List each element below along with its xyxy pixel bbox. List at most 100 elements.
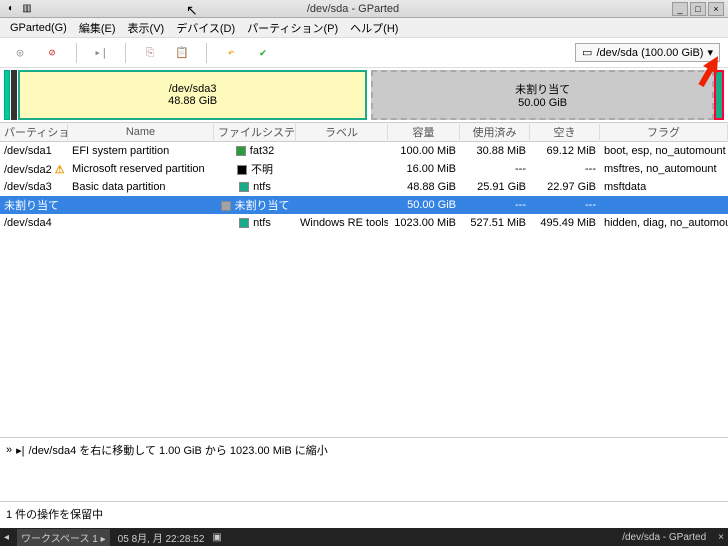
- disk-icon: ▭: [582, 46, 592, 59]
- resize-op-icon: ▸|: [16, 444, 24, 457]
- toolbar-separator: [125, 43, 126, 63]
- cell-size: 100.00 MiB: [388, 143, 460, 159]
- toolbar-separator: [76, 43, 77, 63]
- new-icon: ◎: [17, 46, 24, 59]
- cell-filesystem: 不明: [214, 159, 296, 179]
- undo-button[interactable]: ↶: [219, 41, 243, 65]
- viz-sda2[interactable]: [11, 70, 17, 120]
- cell-free: 495.49 MiB: [530, 215, 600, 231]
- table-row[interactable]: /dev/sda1EFI system partitionfat32 100.00…: [0, 142, 728, 160]
- menu-gparted[interactable]: GParted(G): [4, 20, 73, 36]
- menu-bar: GParted(G) 編集(E) 表示(V) デバイス(D) パーティション(P…: [0, 18, 728, 38]
- app-menu-icon[interactable]: ◐: [4, 2, 18, 16]
- viz-sda3-size: 48.88 GiB: [168, 95, 217, 107]
- cell-filesystem: ntfs: [214, 179, 296, 195]
- cell-partition: /dev/sda1: [0, 143, 68, 159]
- col-partition[interactable]: パーティション: [0, 122, 68, 142]
- taskbar-window-title[interactable]: /dev/sda - GParted: [622, 532, 706, 543]
- viz-sda3[interactable]: /dev/sda3 48.88 GiB: [18, 70, 367, 120]
- cell-size: 16.00 MiB: [388, 161, 460, 177]
- apply-button[interactable]: ✔: [251, 41, 275, 65]
- menu-view[interactable]: 表示(V): [122, 18, 171, 38]
- viz-sda4[interactable]: [714, 70, 724, 120]
- device-selector[interactable]: ▭ /dev/sda (100.00 GiB) ▾: [575, 43, 720, 62]
- taskbar-tray-icon[interactable]: ▣: [212, 532, 221, 543]
- cell-partition: /dev/sda2 ⚠: [0, 161, 68, 178]
- cell-label: [296, 149, 388, 153]
- window-icon: ▥: [20, 2, 34, 16]
- table-row[interactable]: 未割り当て未割り当て50.00 GiB------: [0, 196, 728, 214]
- col-label[interactable]: ラベル: [296, 122, 388, 142]
- col-flags[interactable]: フラグ: [600, 122, 728, 142]
- cell-name: [68, 221, 214, 225]
- col-size[interactable]: 容量: [388, 122, 460, 142]
- cell-size: 48.88 GiB: [388, 179, 460, 195]
- partition-visualization: /dev/sda3 48.88 GiB 未割り当て 50.00 GiB: [4, 70, 724, 120]
- taskbar-date: 05 8月, 月 22:28:52: [118, 530, 205, 545]
- partition-table: /dev/sda1EFI system partitionfat32 100.00…: [0, 142, 728, 232]
- window-title: /dev/sda - GParted: [34, 3, 672, 15]
- viz-sda1[interactable]: [4, 70, 10, 120]
- menu-partition[interactable]: パーティション(P): [241, 18, 344, 38]
- op-text[interactable]: /dev/sda4 を右に移動して 1.00 GiB から 1023.00 Mi…: [29, 442, 328, 458]
- table-row[interactable]: /dev/sda4ntfsWindows RE tools1023.00 MiB…: [0, 214, 728, 232]
- cell-size: 1023.00 MiB: [388, 215, 460, 231]
- copy-button[interactable]: ⎘: [138, 41, 162, 65]
- cell-flags: msftres, no_automount: [600, 161, 728, 177]
- cell-name: Microsoft reserved partition: [68, 161, 214, 177]
- col-name[interactable]: Name: [68, 124, 214, 140]
- maximize-button[interactable]: □: [690, 2, 706, 16]
- menu-device[interactable]: デバイス(D): [170, 18, 241, 38]
- table-row[interactable]: /dev/sda2 ⚠Microsoft reserved partition不…: [0, 160, 728, 178]
- cell-free: ---: [530, 161, 600, 177]
- cell-flags: [600, 203, 728, 207]
- cell-label: [296, 185, 388, 189]
- taskbar-close-icon[interactable]: ×: [718, 532, 724, 543]
- col-filesystem[interactable]: ファイルシステム: [214, 122, 296, 142]
- cell-partition: /dev/sda3: [0, 179, 68, 195]
- viz-sda3-name: /dev/sda3: [169, 83, 217, 95]
- table-header: パーティション Name ファイルシステム ラベル 容量 使用済み 空き フラグ: [0, 122, 728, 142]
- table-row[interactable]: /dev/sda3Basic data partitionntfs 48.88 G…: [0, 178, 728, 196]
- fs-color-swatch: [239, 218, 249, 228]
- cell-name: EFI system partition: [68, 143, 214, 159]
- cell-label: [296, 203, 388, 207]
- menu-edit[interactable]: 編集(E): [73, 18, 122, 38]
- toolbar: ◎ ⊘ ▸| ⎘ 📋 ↶ ✔ ▭ /dev/sda (100.00 GiB) ▾: [0, 38, 728, 68]
- copy-icon: ⎘: [146, 46, 155, 60]
- operation-list: » ▸| /dev/sda4 を右に移動して 1.00 GiB から 1023.…: [0, 437, 728, 462]
- taskbar: ◂ ワークスペース 1 ▸ 05 8月, 月 22:28:52 ▣ /dev/s…: [0, 528, 728, 546]
- warning-icon: ⚠: [55, 164, 65, 176]
- cell-free: 22.97 GiB: [530, 179, 600, 195]
- cell-filesystem: fat32: [214, 143, 296, 159]
- fs-color-swatch: [239, 182, 249, 192]
- cell-flags: hidden, diag, no_automount: [600, 215, 728, 231]
- cell-name: Basic data partition: [68, 179, 214, 195]
- cell-free: 69.12 MiB: [530, 143, 600, 159]
- op-expand-icon[interactable]: »: [6, 444, 12, 456]
- minimize-button[interactable]: _: [672, 2, 688, 16]
- taskbar-nav-prev[interactable]: ◂: [4, 532, 9, 543]
- cell-partition: /dev/sda4: [0, 215, 68, 231]
- fs-color-swatch: [237, 165, 247, 175]
- resize-button[interactable]: ▸|: [89, 41, 113, 65]
- delete-icon: ⊘: [49, 46, 56, 59]
- fs-color-swatch: [236, 146, 246, 156]
- col-free[interactable]: 空き: [530, 122, 600, 142]
- cell-used: 30.88 MiB: [460, 143, 530, 159]
- col-used[interactable]: 使用済み: [460, 122, 530, 142]
- viz-unalloc-size: 50.00 GiB: [518, 97, 567, 109]
- paste-icon: 📋: [175, 46, 189, 59]
- cell-partition: 未割り当て: [0, 195, 68, 215]
- delete-button[interactable]: ⊘: [40, 41, 64, 65]
- paste-button[interactable]: 📋: [170, 41, 194, 65]
- cell-flags: msftdata: [600, 179, 728, 195]
- cell-label: Windows RE tools: [296, 215, 388, 231]
- viz-unallocated[interactable]: 未割り当て 50.00 GiB: [371, 70, 714, 120]
- close-button[interactable]: ×: [708, 2, 724, 16]
- new-partition-button[interactable]: ◎: [8, 41, 32, 65]
- workspace-indicator[interactable]: ワークスペース 1 ▸: [17, 529, 110, 546]
- toolbar-separator: [206, 43, 207, 63]
- menu-help[interactable]: ヘルプ(H): [344, 18, 404, 38]
- status-bar: 1 件の操作を保留中: [0, 501, 728, 526]
